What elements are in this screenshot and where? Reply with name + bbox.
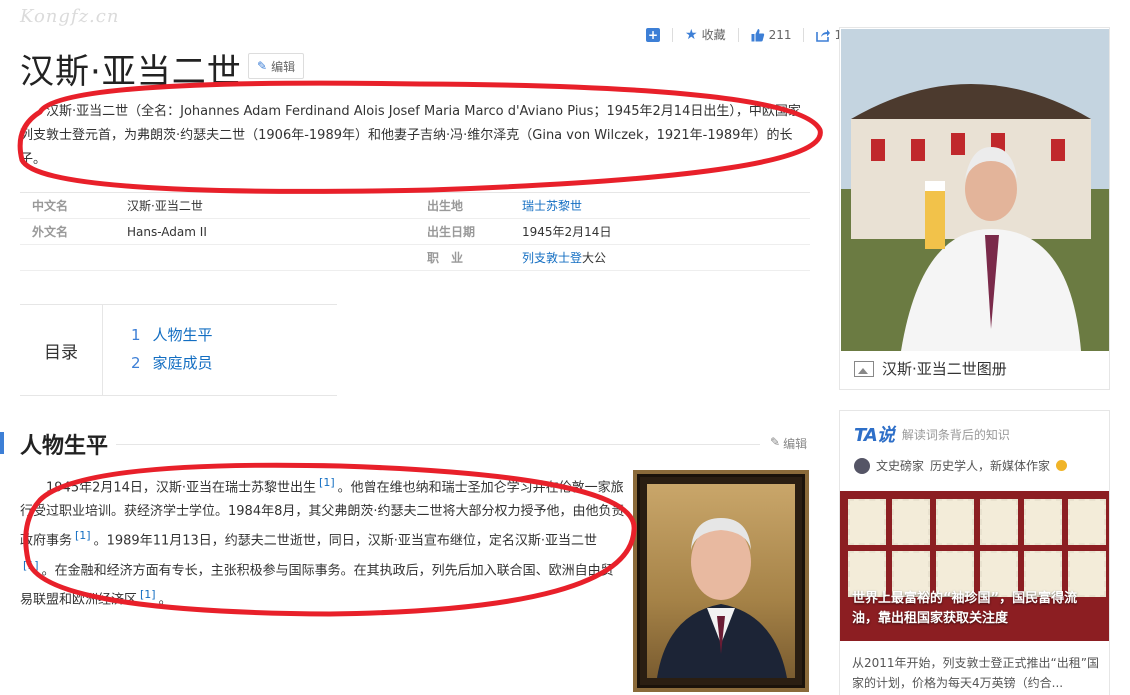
top-toolbar: + ★ 收藏 211 12 [646,26,850,43]
toc-number: 2 [131,354,141,372]
favorite-label: 收藏 [701,28,726,42]
summary-paragraph: 汉斯·亚当二世（全名：Johannes Adam Ferdinand Alois… [20,104,801,167]
ta-header: TA说 解读词条背后的知识 [840,411,1109,447]
divider [803,27,805,42]
pencil-icon: ✎ [770,435,781,449]
ta-logo: TA说 [854,425,895,446]
toc-label: 家庭成员 [152,354,213,372]
portrait-illustration [657,518,787,678]
info-row: 职 业 列支敦士登大公 [20,245,810,271]
like-button[interactable]: 211 [751,27,792,42]
add-button[interactable]: + [646,27,660,42]
info-label: 外文名 [32,225,69,239]
occupation-link[interactable]: 列支敦士登 [522,251,582,265]
info-row: 外文名 Hans-Adam II 出生日期 1945年2月14日 [20,219,810,245]
toc-title: 目录 [20,305,103,395]
info-label: 出生日期 [427,225,476,239]
info-label: 中文名 [32,199,69,213]
section-accent-bar [0,432,4,454]
info-value: 1945年2月14日 [522,225,612,239]
stamp-graphic [848,499,886,545]
portrait-image[interactable] [633,470,809,692]
occupation-rest: 大公 [582,251,607,265]
basic-info-table: 中文名 汉斯·亚当二世 出生地 瑞士苏黎世 外文名 Hans-Adam II 出… [20,192,810,271]
ta-story-description: 从2011年开始，列支敦士登正式推出“出租”国家的计划，价格为每天4万英镑（约合… [852,656,1099,690]
gallery-icon [854,360,874,377]
para-text: 1945年2月14日，汉斯·亚当在瑞士苏黎世出生 [46,480,317,496]
plus-icon: + [646,27,660,42]
stamp-graphic [980,499,1018,545]
table-of-contents: 目录 1 人物生平 2 家庭成员 [20,304,337,396]
reference-link[interactable]: [1] [75,529,91,542]
info-label: 出生地 [427,199,464,213]
section-edit-button[interactable]: ✎ 编辑 [770,435,807,452]
para-text: 。 [158,592,172,608]
main-photo[interactable] [841,29,1109,351]
avatar [854,457,870,474]
toc-item[interactable]: 1 人物生平 [131,321,213,349]
birthplace-link[interactable]: 瑞士苏黎世 [522,197,582,214]
section-edit-label: 编辑 [783,437,808,451]
info-label: 职 业 [427,251,464,265]
reference-link[interactable]: [1] [140,588,156,601]
info-value: 汉斯·亚当二世 [127,199,203,213]
edit-label: 编辑 [271,59,296,74]
author-desc: 历史学人，新媒体作家 [930,459,1051,473]
castle-photo-illustration [841,29,1109,351]
reference-link[interactable]: [1] [319,476,335,489]
toc-item[interactable]: 2 家庭成员 [131,349,213,377]
ta-story-image[interactable]: 世界上最富裕的“袖珍国”，国民富得流油，靠出租国家获取关注度 [840,491,1109,641]
stamp-graphic [1024,499,1062,545]
biography-paragraph: 1945年2月14日，汉斯·亚当在瑞士苏黎世出生 [1] 。他曾在维也纳和瑞士圣加仑… [20,471,625,612]
section-title: 人物生平 [20,428,117,460]
stamp-graphic [936,499,974,545]
portrait-canvas [647,484,795,678]
stamp-graphic [892,499,930,545]
ta-author[interactable]: 文史磅家 历史学人，新媒体作家 [840,447,1109,474]
album-caption[interactable]: 汉斯·亚当二世图册 [854,358,1007,379]
ta-subtitle: 解读词条背后的知识 [901,427,1010,442]
reference-link[interactable]: [1] [23,559,39,572]
divider [672,27,673,42]
divider [737,27,739,42]
para-text: 。在金融和经济方面有专长，主张积极参与国际事务。在其执政后，列先后加入联合国、欧… [20,562,614,608]
like-count: 211 [768,27,792,42]
info-value: Hans-Adam II [127,224,207,239]
edit-button[interactable]: ✎ 编辑 [248,53,305,79]
share-icon [816,29,831,42]
toc-label: 人物生平 [152,326,213,344]
info-value: 列支敦士登大公 [522,249,606,266]
pencil-icon: ✎ [257,59,268,73]
para-text: 。1989年11月13日，约瑟夫二世逝世，同日，汉斯·亚当宣布继位，定名汉斯·亚… [93,533,598,549]
photo-album-card[interactable]: 汉斯·亚当二世图册 [839,27,1110,390]
album-caption-text: 汉斯·亚当二世图册 [882,360,1007,378]
toc-list: 1 人物生平 2 家庭成员 [103,305,213,395]
ta-story-card[interactable]: TA说 解读词条背后的知识 文史磅家 历史学人，新媒体作家 世界上最富裕的“袖珍… [839,410,1110,695]
toc-number: 1 [131,326,141,344]
section-divider [20,444,760,445]
page-title: 汉斯·亚当二世 [20,52,242,92]
author-name: 文史磅家 [876,459,925,473]
star-icon: ★ [685,26,698,43]
watermark: Kongfz.cn [20,6,120,27]
ta-story-headline: 世界上最富裕的“袖珍国”，国民富得流油，靠出租国家获取关注度 [852,591,1078,626]
verified-badge-icon [1056,460,1068,471]
thumbs-up-icon [751,28,764,41]
info-row: 中文名 汉斯·亚当二世 出生地 瑞士苏黎世 [20,193,810,219]
stamp-graphic [1068,499,1106,545]
favorite-button[interactable]: ★ 收藏 [685,26,726,43]
